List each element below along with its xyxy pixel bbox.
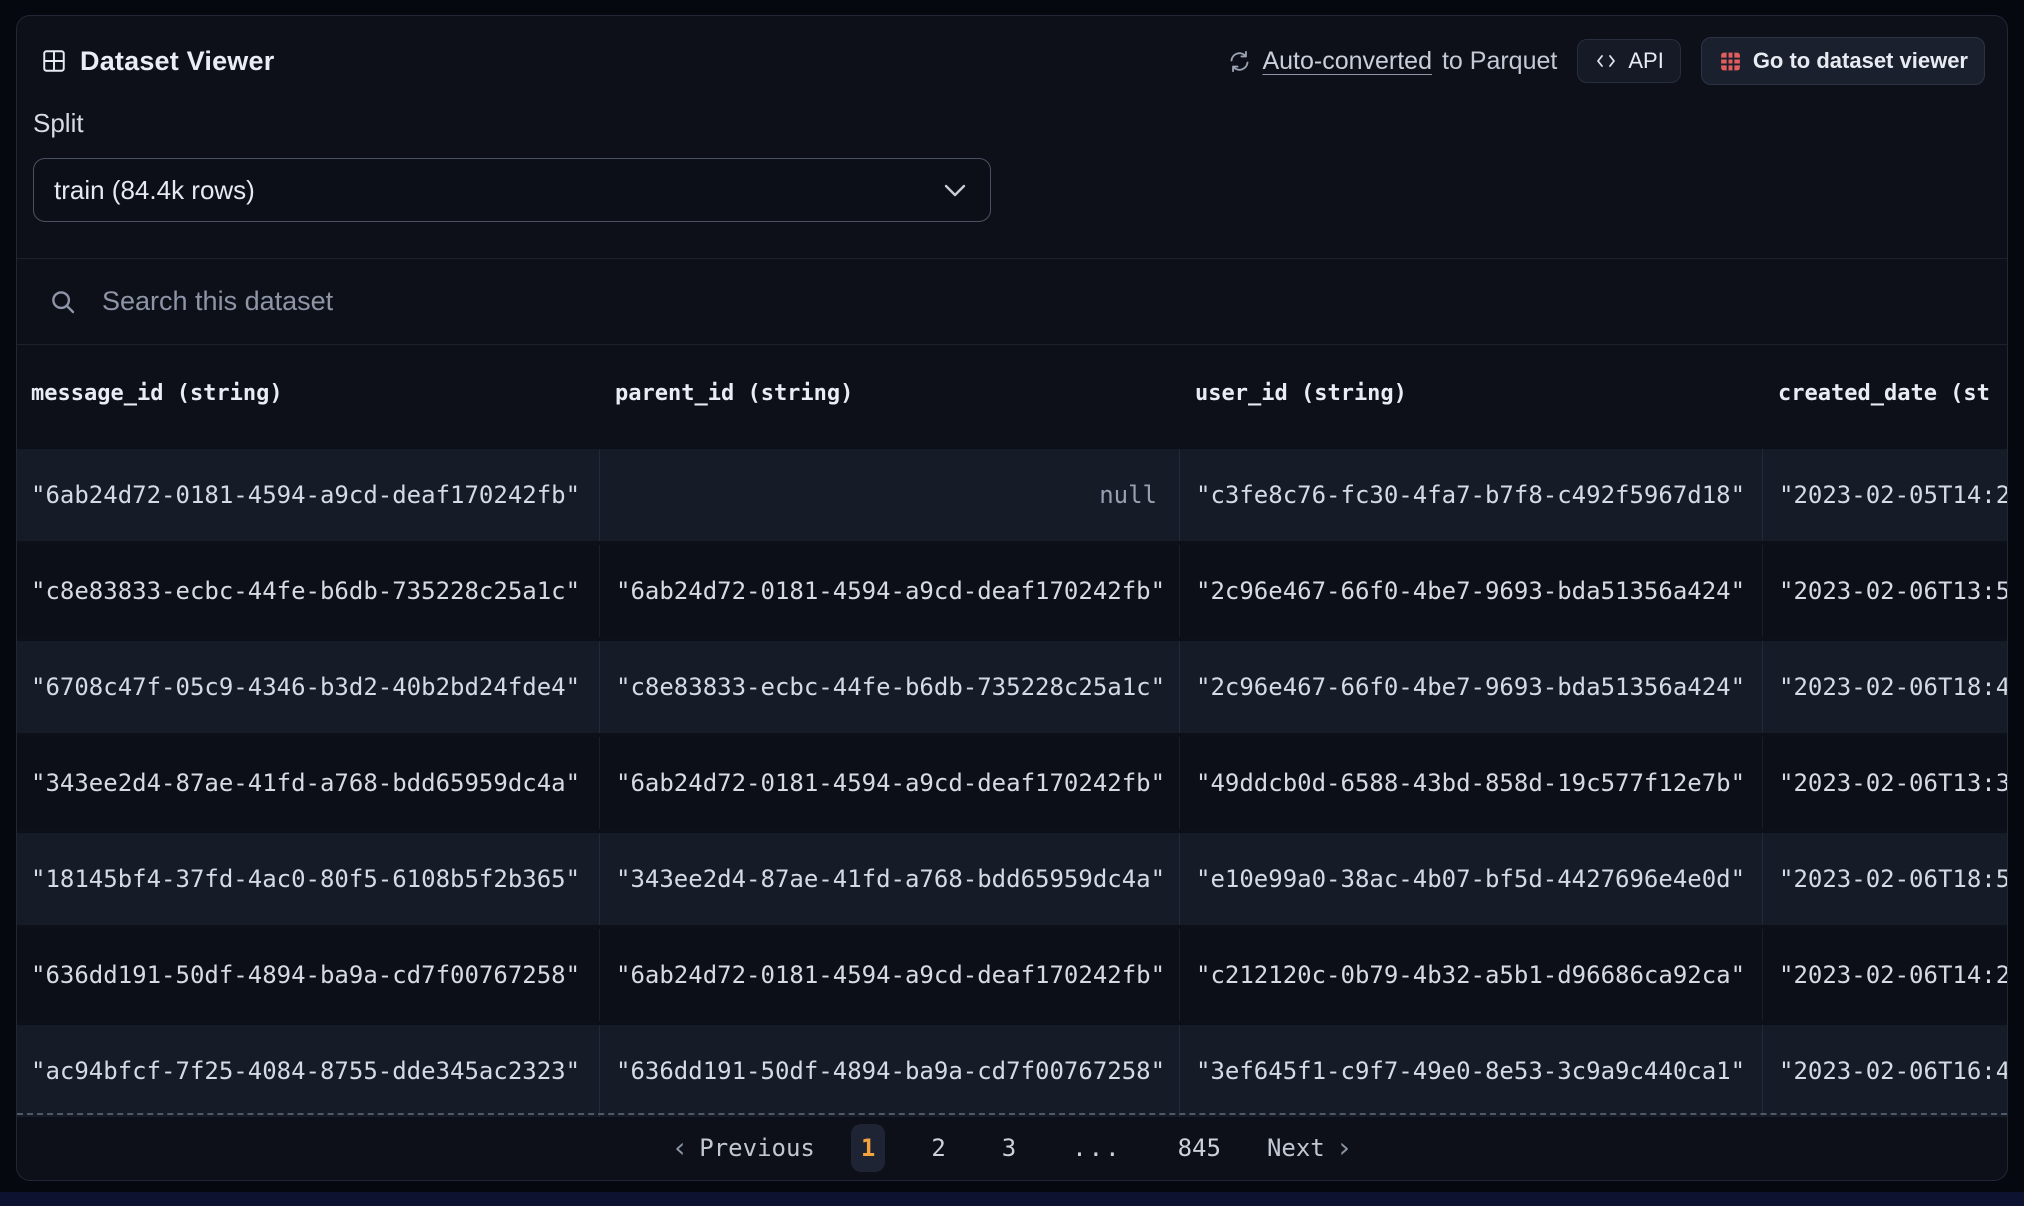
header-actions: Auto-converted to Parquet API Go to data…	[1227, 37, 1985, 85]
table-cell[interactable]: "2023-02-06T16:4	[1762, 1025, 2007, 1117]
table-cell[interactable]: "3ef645f1-c9f7-49e0-8e53-3c9a9c440ca1"	[1179, 1025, 1762, 1117]
page-2-button[interactable]: 2	[921, 1124, 955, 1172]
bottom-strip	[0, 1192, 2024, 1206]
page-ellipsis: ...	[1062, 1124, 1131, 1172]
truncation-dashed-divider	[17, 1113, 2007, 1115]
table-icon	[41, 48, 67, 74]
split-select-value: train (84.4k rows)	[54, 174, 255, 205]
table-cell[interactable]: "6ab24d72-0181-4594-a9cd-deaf170242fb"	[599, 929, 1179, 1021]
table-cell[interactable]: "343ee2d4-87ae-41fd-a768-bdd65959dc4a"	[599, 833, 1179, 925]
table-cell[interactable]: "c3fe8c76-fc30-4fa7-b7f8-c492f5967d18"	[1179, 449, 1762, 541]
split-label: Split	[33, 108, 84, 138]
table-cell[interactable]: "6708c47f-05c9-4346-b3d2-40b2bd24fde4"	[17, 641, 599, 733]
pagination: ‹ Previous 1 2 3... 845 Next ›	[17, 1116, 2007, 1180]
table-cell[interactable]: "c8e83833-ecbc-44fe-b6db-735228c25a1c"	[17, 545, 599, 637]
table-cell[interactable]: "2023-02-06T13:5	[1762, 545, 2007, 637]
search-bar	[17, 259, 2007, 344]
page: Dataset Viewer Auto-converted to Parquet	[0, 0, 2024, 1206]
panel-header: Dataset Viewer Auto-converted to Parquet	[41, 36, 1985, 86]
dataset-viewer-panel: Dataset Viewer Auto-converted to Parquet	[16, 15, 2008, 1181]
table-cell[interactable]: "6ab24d72-0181-4594-a9cd-deaf170242fb"	[599, 737, 1179, 829]
search-icon	[48, 287, 78, 317]
previous-page-button[interactable]: ‹ Previous	[674, 1131, 815, 1164]
table-row: "6ab24d72-0181-4594-a9cd-deaf170242fb" nu…	[17, 449, 2007, 541]
table-row: "343ee2d4-87ae-41fd-a768-bdd65959dc4a" "6…	[17, 737, 2007, 829]
table-header-row: message_id (string) parent_id (string) use…	[17, 345, 2007, 441]
chevron-down-icon	[944, 184, 966, 197]
table-cell[interactable]: "2023-02-06T18:5	[1762, 833, 2007, 925]
table-row: "18145bf4-37fd-4ac0-80f5-6108b5f2b365" "3…	[17, 833, 2007, 925]
column-header-2: user_id (string)	[1195, 380, 1407, 406]
column-header-1: parent_id (string)	[615, 380, 854, 406]
table-row: "636dd191-50df-4894-ba9a-cd7f00767258" "6…	[17, 929, 2007, 1021]
table-cell[interactable]: null	[599, 449, 1179, 541]
page-title: Dataset Viewer	[80, 45, 275, 76]
refresh-icon	[1227, 49, 1252, 74]
table-cell[interactable]: "636dd191-50df-4894-ba9a-cd7f00767258"	[17, 929, 599, 1021]
table-cell[interactable]: "e10e99a0-38ac-4b07-bf5d-4427696e4e0d"	[1179, 833, 1762, 925]
table-cell[interactable]: "343ee2d4-87ae-41fd-a768-bdd65959dc4a"	[17, 737, 599, 829]
previous-label: Previous	[699, 1134, 815, 1162]
chevron-left-icon: ‹	[674, 1131, 686, 1164]
table-cell[interactable]: "2023-02-06T18:4	[1762, 641, 2007, 733]
table-cell[interactable]: "2023-02-05T14:2	[1762, 449, 2007, 541]
chevron-right-icon: ›	[1338, 1131, 1350, 1164]
table-cell[interactable]: "c8e83833-ecbc-44fe-b6db-735228c25a1c"	[599, 641, 1179, 733]
title-group: Dataset Viewer	[41, 46, 274, 77]
table-row: "6708c47f-05c9-4346-b3d2-40b2bd24fde4" "c…	[17, 641, 2007, 733]
api-button[interactable]: API	[1577, 39, 1681, 83]
table-row: "c8e83833-ecbc-44fe-b6db-735228c25a1c" "6…	[17, 545, 2007, 637]
auto-converted-note: Auto-converted to Parquet	[1227, 47, 1557, 76]
table-body: "6ab24d72-0181-4594-a9cd-deaf170242fb" nu…	[17, 449, 2007, 1121]
page-1-button[interactable]: 1	[850, 1124, 886, 1172]
go-to-dataset-viewer-button[interactable]: Go to dataset viewer	[1700, 37, 1985, 85]
code-icon	[1594, 49, 1618, 73]
table-cell[interactable]: "2023-02-06T14:2	[1762, 929, 2007, 1021]
column-header-0: message_id (string)	[31, 380, 283, 406]
next-label: Next	[1266, 1134, 1325, 1162]
column-header-3: created_date (st	[1778, 380, 1990, 406]
table-cell[interactable]: "2c96e467-66f0-4be7-9693-bda51356a424"	[1179, 641, 1762, 733]
dataset-grid-icon	[1718, 49, 1743, 74]
auto-converted-link[interactable]: Auto-converted	[1262, 47, 1432, 76]
table-cell[interactable]: "c212120c-0b79-4b32-a5b1-d96686ca92ca"	[1179, 929, 1762, 1021]
next-page-button[interactable]: Next ›	[1266, 1131, 1350, 1164]
table-cell[interactable]: "6ab24d72-0181-4594-a9cd-deaf170242fb"	[17, 449, 599, 541]
table-cell[interactable]: "49ddcb0d-6588-43bd-858d-19c577f12e7b"	[1179, 737, 1762, 829]
table-cell[interactable]: "636dd191-50df-4894-ba9a-cd7f00767258"	[599, 1025, 1179, 1117]
go-to-dataset-viewer-label: Go to dataset viewer	[1752, 48, 1968, 73]
search-input[interactable]	[102, 286, 1002, 317]
table-cell[interactable]: "18145bf4-37fd-4ac0-80f5-6108b5f2b365"	[17, 833, 599, 925]
split-select[interactable]: train (84.4k rows)	[33, 158, 991, 222]
api-button-label: API	[1628, 48, 1664, 73]
table-cell[interactable]: "2023-02-06T13:3	[1762, 737, 2007, 829]
page-845-button[interactable]: 845	[1168, 1124, 1231, 1172]
table-cell[interactable]: "6ab24d72-0181-4594-a9cd-deaf170242fb"	[599, 545, 1179, 637]
table-cell[interactable]: "2c96e467-66f0-4be7-9693-bda51356a424"	[1179, 545, 1762, 637]
table-row: "ac94bfcf-7f25-4084-8755-dde345ac2323" "6…	[17, 1025, 2007, 1117]
page-number-list: 1 2 3... 845	[850, 1124, 1231, 1172]
auto-converted-suffix: to Parquet	[1441, 46, 1558, 75]
table-cell[interactable]: "ac94bfcf-7f25-4084-8755-dde345ac2323"	[17, 1025, 599, 1117]
page-3-button[interactable]: 3	[992, 1124, 1026, 1172]
